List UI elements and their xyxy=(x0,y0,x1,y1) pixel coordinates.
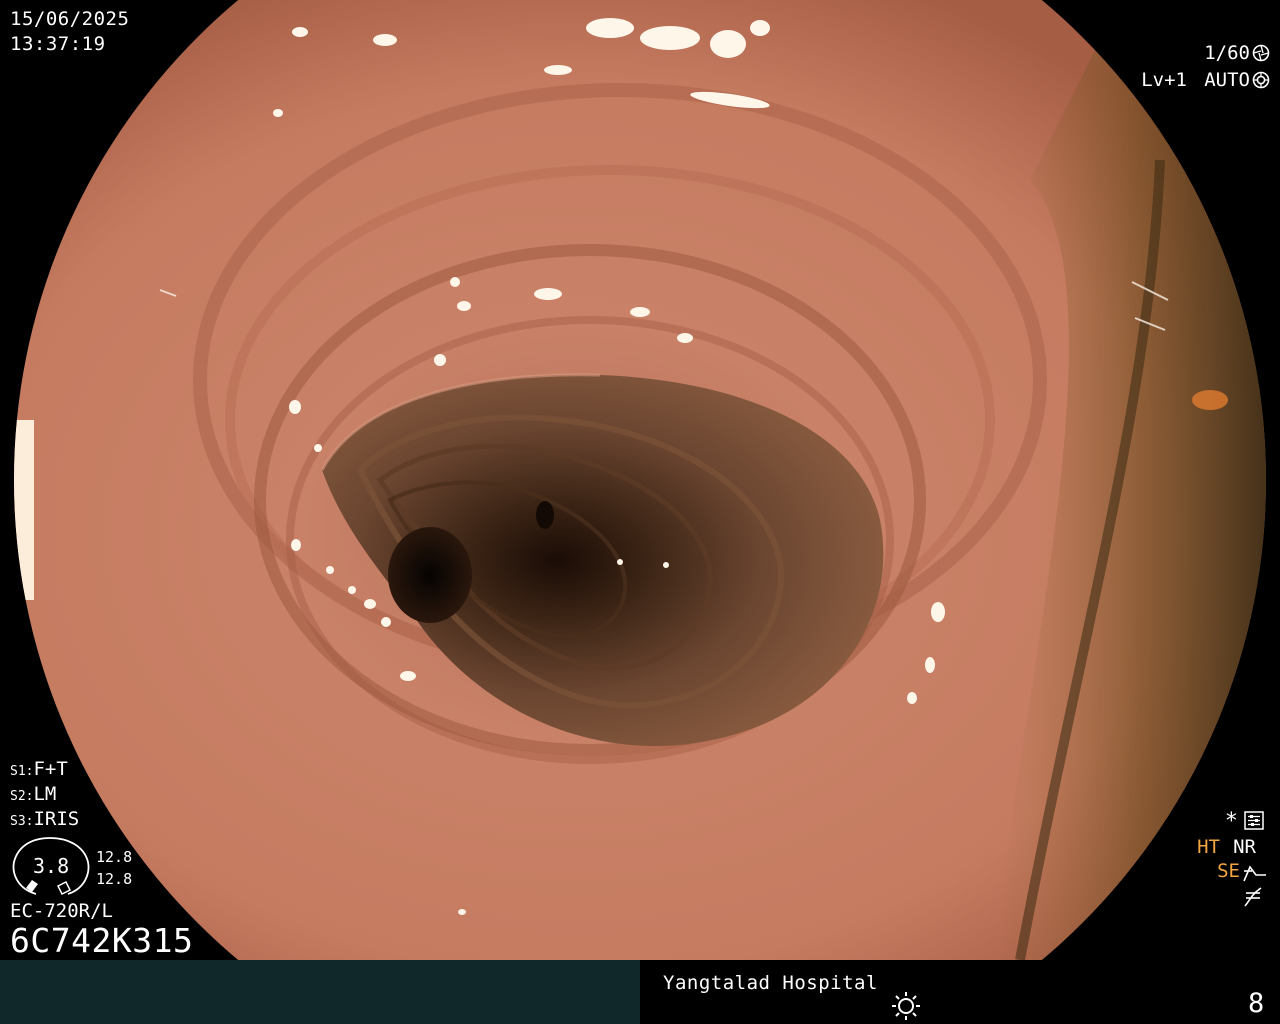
shutter-speed-label: 1/60 xyxy=(1204,42,1250,64)
ht-indicator: HT xyxy=(1197,836,1220,858)
settings-menu-icon xyxy=(1244,811,1264,830)
scope-setting-key: S3: xyxy=(10,814,34,829)
scope-setting-s2: S2:LM xyxy=(10,785,56,804)
nr-indicator: NR xyxy=(1233,836,1256,858)
se-indicator: SE xyxy=(1217,860,1240,882)
aperture-icon xyxy=(1252,44,1270,62)
scope-setting-value: LM xyxy=(33,783,57,805)
scope-setting-value: IRIS xyxy=(33,808,80,830)
gauge-top-value: 12.8 xyxy=(96,848,133,866)
time-label: 13:37:19 xyxy=(10,33,106,55)
scope-setting-s3: S3:IRIS xyxy=(10,810,79,829)
bottom-status-bar xyxy=(0,960,1280,1024)
hospital-name: Yangtalad Hospital xyxy=(663,972,878,994)
exposure-level-label: Lv+1 xyxy=(1141,69,1187,91)
auto-exposure-icon xyxy=(1252,71,1270,89)
endoscope-frame: 15/06/2025 13:37:19 1/60 Lv+1 AUTO S1:F+… xyxy=(0,0,1280,960)
structure-enhancement-icon xyxy=(1243,865,1266,882)
scope-setting-key: S1: xyxy=(10,764,34,779)
gauge-value: 3.8 xyxy=(33,854,70,878)
scope-setting-value: F+T xyxy=(33,758,68,780)
freeze-icon xyxy=(1244,887,1262,907)
brightness-icon xyxy=(892,992,920,1020)
page-number: 8 xyxy=(1248,988,1265,1019)
bottom-bar-left-panel xyxy=(0,960,640,1024)
endoscopic-image xyxy=(14,0,1266,960)
asterisk-indicator: * xyxy=(1224,809,1238,834)
gauge-bottom-value: 12.8 xyxy=(96,870,133,888)
scope-serial-label: 6C742K315 xyxy=(10,921,194,960)
exposure-mode-label: AUTO xyxy=(1204,69,1250,91)
scope-model-label: EC-720R/L xyxy=(10,900,113,922)
date-label: 15/06/2025 xyxy=(10,8,130,30)
scope-setting-key: S2: xyxy=(10,789,34,804)
scope-setting-s1: S1:F+T xyxy=(10,760,68,779)
